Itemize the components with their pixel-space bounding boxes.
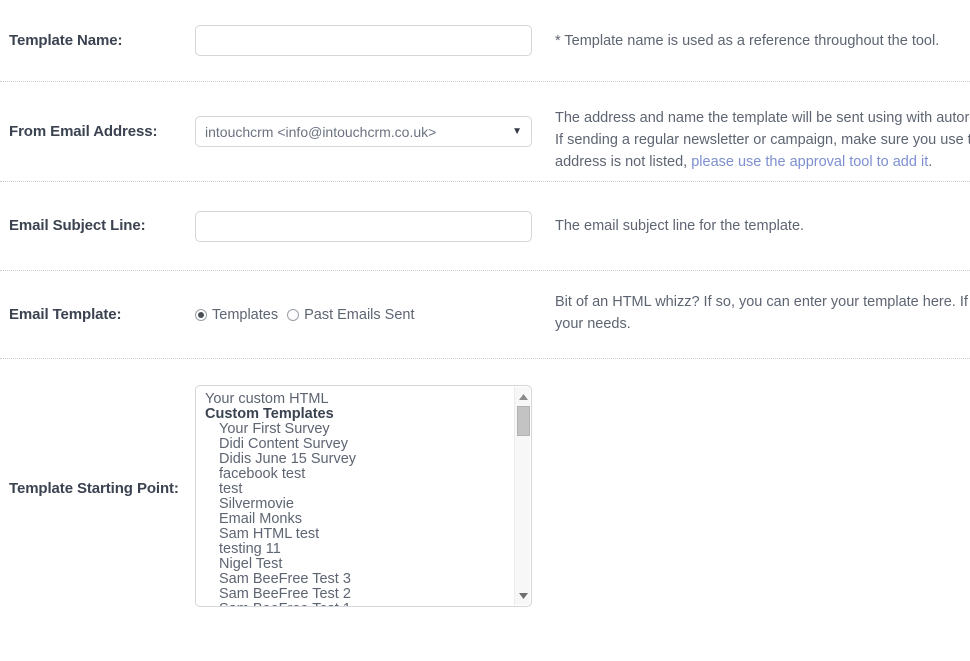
list-item[interactable]: test [205, 482, 514, 497]
field-cell-starting-point: Your custom HTML Custom Templates Your F… [195, 359, 555, 619]
list-item[interactable]: Didis June 15 Survey [205, 452, 514, 467]
field-cell-subject-line [195, 182, 555, 270]
email-template-help-line-2: your needs. [555, 316, 631, 332]
field-cell-from-email: intouchcrm <info@intouchcrm.co.uk> ▼ [195, 82, 555, 181]
label-cell-subject-line: Email Subject Line: [0, 182, 195, 270]
email-template-form: Template Name: * Template name is used a… [0, 0, 970, 620]
radio-past-emails-sent-label: Past Emails Sent [304, 306, 415, 323]
from-email-help-line-3: address is not listed, please use the ap… [555, 151, 970, 173]
subject-line-label: Email Subject Line: [9, 217, 146, 234]
from-email-label: From Email Address: [9, 122, 158, 140]
list-item[interactable]: Sam BeeFree Test 1 [205, 602, 514, 606]
help-cell-subject-line: The email subject line for the template. [555, 182, 970, 270]
template-name-label: Template Name: [9, 31, 123, 49]
caret-down-icon[interactable] [515, 588, 531, 603]
chevron-down-icon: ▼ [512, 125, 522, 137]
from-email-help-suffix: . [928, 154, 933, 170]
from-email-selected-value: intouchcrm <info@intouchcrm.co.uk> [205, 123, 437, 140]
list-item-group-header: Custom Templates [205, 407, 334, 422]
help-cell-from-email: The address and name the template will b… [555, 82, 970, 181]
listbox-scrollbar[interactable] [514, 387, 530, 605]
template-name-input[interactable] [195, 25, 532, 56]
email-template-label: Email Template: [9, 305, 122, 323]
list-item[interactable]: Sam BeeFree Test 2 [205, 587, 514, 602]
subject-line-input[interactable] [195, 210, 532, 242]
list-item[interactable]: Didi Content Survey [205, 437, 514, 452]
list-item[interactable]: testing 11 [205, 542, 514, 557]
subject-line-help-text: The email subject line for the template. [555, 218, 805, 234]
help-cell-starting-point [555, 359, 970, 619]
form-row-template-name: Template Name: * Template name is used a… [0, 0, 970, 82]
field-cell-email-template: Templates Past Emails Sent [195, 271, 555, 358]
from-email-help-prefix: address is not listed, [555, 154, 692, 170]
from-email-help-line-1: The address and name the template will b… [555, 110, 970, 126]
radio-past-emails-sent[interactable]: Past Emails Sent [287, 306, 415, 323]
email-template-radio-group: Templates Past Emails Sent [195, 307, 415, 323]
label-cell-template-name: Template Name: [0, 0, 195, 81]
form-row-starting-point: Template Starting Point: Your custom HTM… [0, 359, 970, 620]
label-cell-starting-point: Template Starting Point: [0, 359, 195, 619]
label-cell-from-email: From Email Address: [0, 82, 195, 181]
scroll-thumb[interactable] [517, 406, 530, 436]
email-template-help-line-1: Bit of an HTML whizz? If so, you can ent… [555, 294, 970, 310]
list-item[interactable]: Sam HTML test [205, 527, 514, 542]
form-row-from-email: From Email Address: intouchcrm <info@int… [0, 82, 970, 182]
list-item[interactable]: Your First Survey [205, 422, 514, 437]
caret-up-icon[interactable] [515, 389, 531, 404]
from-email-select[interactable]: intouchcrm <info@intouchcrm.co.uk> ▼ [195, 116, 532, 147]
field-cell-template-name [195, 0, 555, 81]
radio-past-emails-sent-indicator[interactable] [287, 308, 300, 321]
form-row-email-template: Email Template: Templates Past Emails Se… [0, 271, 970, 359]
list-item[interactable]: facebook test [205, 467, 514, 482]
label-cell-email-template: Email Template: [0, 271, 195, 358]
list-item[interactable]: Silvermovie [205, 497, 514, 512]
form-row-subject-line: Email Subject Line: The email subject li… [0, 182, 970, 271]
radio-templates-label: Templates [212, 306, 279, 323]
help-cell-email-template: Bit of an HTML whizz? If so, you can ent… [555, 271, 970, 358]
approval-tool-link[interactable]: please use the approval tool to add it [691, 154, 928, 170]
from-email-help-line-2: If sending a regular newsletter or campa… [555, 132, 970, 148]
template-starting-point-listbox[interactable]: Your custom HTML Custom Templates Your F… [195, 385, 532, 607]
radio-templates[interactable]: Templates [195, 307, 278, 323]
list-item[interactable]: Email Monks [205, 512, 514, 527]
list-item[interactable]: Your custom HTML [205, 392, 514, 407]
list-item[interactable]: Nigel Test [205, 557, 514, 572]
listbox-options: Your custom HTML Custom Templates Your F… [196, 392, 514, 606]
from-email-select-wrap: intouchcrm <info@intouchcrm.co.uk> ▼ [195, 116, 532, 147]
template-name-help-text: * Template name is used as a reference t… [555, 32, 940, 49]
list-item[interactable]: Sam BeeFree Test 3 [205, 572, 514, 587]
starting-point-label: Template Starting Point: [9, 480, 179, 497]
radio-templates-indicator[interactable] [195, 308, 207, 321]
help-cell-template-name: * Template name is used as a reference t… [555, 0, 970, 81]
